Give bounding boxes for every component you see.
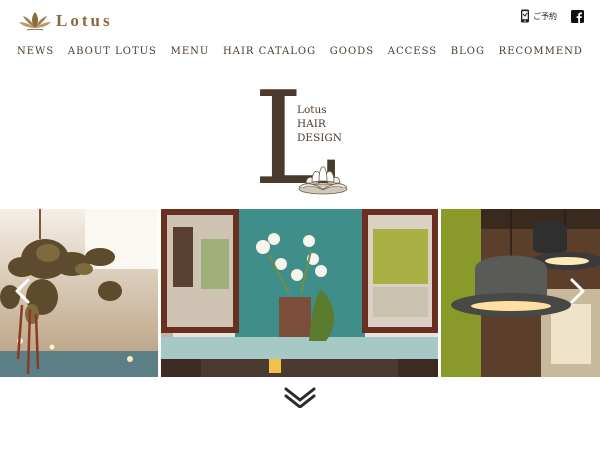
logo-text: Lotus xyxy=(56,11,113,30)
phone-icon xyxy=(521,9,529,23)
lotus-logo-icon xyxy=(19,12,51,31)
nav-item-news[interactable]: NEWS xyxy=(17,46,54,57)
reserve-link[interactable]: ご予約 xyxy=(520,9,557,23)
hero-line-design: DESIGN xyxy=(297,132,342,144)
nav-item-blog[interactable]: BLOG xyxy=(451,46,485,57)
header-actions: ご予約 xyxy=(520,9,584,23)
double-chevron-down-icon[interactable] xyxy=(284,386,316,408)
chevron-left-icon[interactable] xyxy=(13,277,33,305)
site-logo[interactable]: Lotus xyxy=(18,9,113,33)
nav-item-access[interactable]: ACCESS xyxy=(388,46,437,57)
nav-item-menu[interactable]: MENU xyxy=(171,46,210,57)
chevron-right-icon[interactable] xyxy=(567,277,587,305)
hero-line-hair: HAIR xyxy=(297,118,326,130)
photo-slider xyxy=(0,209,600,377)
nav-item-hair-catalog[interactable]: HAIR CATALOG xyxy=(223,46,316,57)
reserve-label: ご予約 xyxy=(533,11,557,21)
site-header: Lotus ご予約 xyxy=(0,0,600,70)
nav-item-recommend[interactable]: RECOMMEND xyxy=(499,46,583,57)
slide-salon-interior xyxy=(161,209,438,377)
nav-item-about-lotus[interactable]: ABOUT LOTUS xyxy=(68,46,157,57)
hero-tagline: Lotus HAIR DESIGN xyxy=(297,103,342,145)
nav-item-goods[interactable]: GOODS xyxy=(330,46,374,57)
main-nav: NEWS ABOUT LOTUS MENU HAIR CATALOG GOODS… xyxy=(0,46,600,57)
facebook-icon[interactable] xyxy=(571,9,584,23)
hero-line-lotus: Lotus xyxy=(297,104,327,116)
